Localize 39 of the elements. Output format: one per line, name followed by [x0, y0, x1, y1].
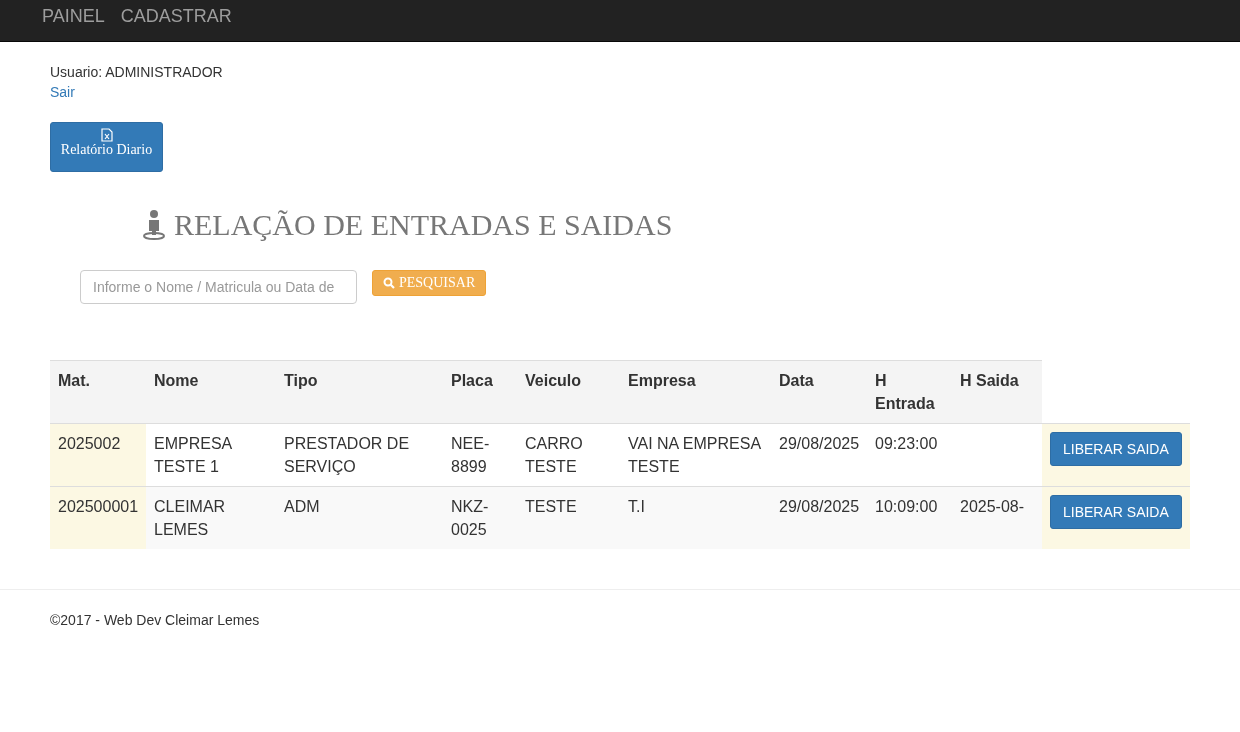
table-cell: 09:23:00	[875, 435, 938, 452]
person-icon	[142, 210, 166, 240]
logout-link[interactable]: Sair	[50, 82, 75, 102]
column-header: Tipo	[276, 360, 443, 424]
column-header: Placa	[443, 360, 517, 424]
spreadsheet-file-icon	[100, 128, 113, 142]
table-cell: CLEIMAR LEMES	[154, 498, 226, 538]
table-cell: PRESTADOR DE SERVIÇO	[284, 435, 410, 475]
table-cell: 2025-08-	[960, 498, 1025, 515]
table-cell: 10:09:00	[875, 498, 938, 515]
user-label: Usuario: ADMINISTRADOR	[50, 63, 224, 82]
column-header: H Entrada	[867, 360, 952, 424]
report-button[interactable]: Relatório Diario	[50, 122, 163, 172]
table-cell: 29/08/2025	[779, 498, 860, 515]
nav-link[interactable]: CADASTRAR	[120, 5, 232, 27]
column-header: Data	[771, 360, 867, 424]
table-cell: EMPRESA TESTE 1	[154, 435, 232, 475]
table-cell: 2025002	[58, 435, 121, 452]
table-cell: TESTE	[525, 498, 577, 515]
table-cell: 202500001	[58, 498, 139, 515]
table-cell: 29/08/2025	[779, 435, 860, 452]
release-exit-button[interactable]: LIBERAR SAIDA	[1050, 432, 1182, 466]
table-cell: VAI NA EMPRESA TESTE	[628, 435, 761, 475]
table-cell: T.I	[628, 498, 645, 515]
table-cell: NEE-8899	[451, 435, 490, 475]
column-header: Mat.	[50, 360, 146, 424]
release-exit-button[interactable]: LIBERAR SAIDA	[1050, 495, 1182, 529]
nav-link[interactable]: PAINEL	[42, 5, 105, 27]
column-header: Veiculo	[517, 360, 620, 424]
page-title: RELAÇÃO DE ENTRADAS E SAIDAS	[174, 208, 673, 242]
table-cell: ADM	[284, 498, 320, 515]
search-icon	[383, 277, 395, 289]
column-header: Nome	[146, 360, 276, 424]
table-cell: NKZ-0025	[451, 498, 489, 538]
footer-text: ©2017 - Web Dev Cleimar Lemes	[0, 589, 1240, 628]
column-header: H Saida	[952, 360, 1042, 424]
table-cell: CARRO TESTE	[525, 435, 583, 475]
search-field[interactable]: Informe o Nome / Matricula ou Data de	[80, 270, 357, 304]
column-header: Empresa	[620, 360, 771, 424]
